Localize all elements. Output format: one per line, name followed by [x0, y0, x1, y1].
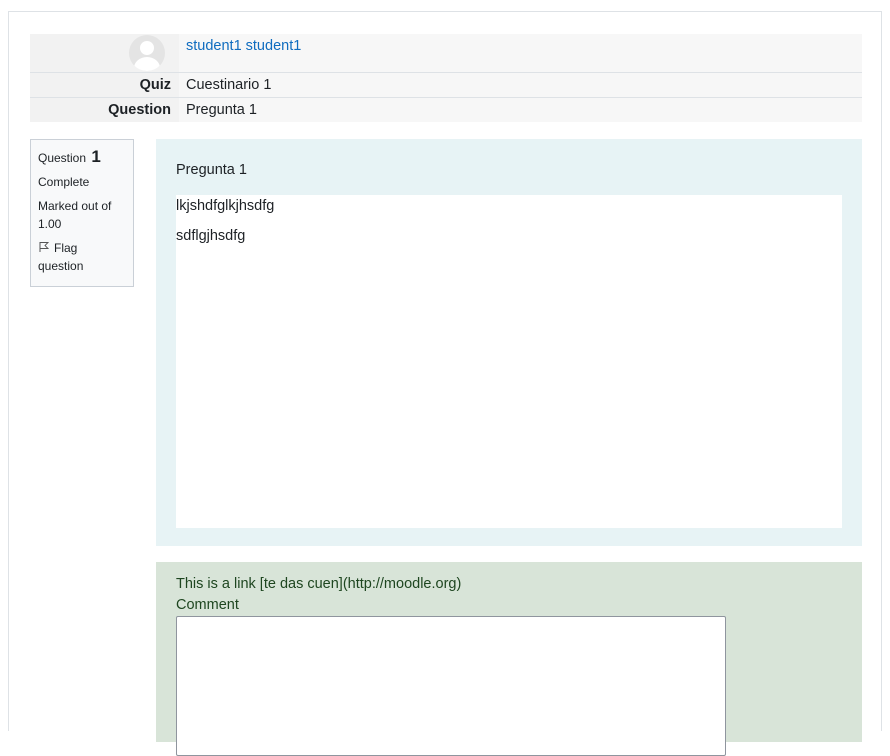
- flag-icon: [39, 242, 50, 252]
- question-grade: Marked out of 1.00: [38, 199, 112, 231]
- question-number: 1: [91, 147, 101, 166]
- user-avatar-cell: [30, 34, 179, 72]
- user-avatar-icon: [129, 34, 165, 71]
- attempt-summary-table: student1 student1 Quiz Cuestinario 1 Que…: [30, 34, 862, 122]
- answer-line: lkjshdfglkjhsdfg: [176, 198, 275, 214]
- manual-grading-comment-section: This is a link [te das cuen](http://mood…: [156, 562, 862, 756]
- user-profile-link[interactable]: student1 student1: [186, 38, 301, 54]
- summary-value-question: Pregunta 1: [179, 96, 862, 122]
- question-state: Complete: [38, 175, 90, 189]
- question-info-box: Question 1 Complete Marked out of 1.00 F…: [30, 139, 134, 287]
- question-text: Pregunta 1: [176, 162, 247, 178]
- question-formulation: Pregunta 1 lkjshdfglkjhsdfg sdflgjhsdfg: [156, 139, 862, 546]
- answer-line: sdflgjhsdfg: [176, 228, 246, 244]
- summary-row-quiz: Quiz Cuestinario 1: [30, 71, 862, 97]
- comment-textarea[interactable]: [176, 616, 726, 756]
- essay-answer-display: lkjshdfglkjhsdfg sdflgjhsdfg: [176, 195, 842, 528]
- summary-row-question: Question Pregunta 1: [30, 96, 862, 122]
- comment-label: Comment: [176, 597, 239, 613]
- flag-question-toggle[interactable]: Flag question: [38, 239, 126, 275]
- question-label: Question: [38, 151, 87, 165]
- question-number-heading: Question 1: [38, 148, 126, 167]
- user-name-cell: student1 student1: [179, 34, 862, 72]
- previous-comment-text: This is a link [te das cuen](http://mood…: [176, 576, 462, 592]
- summary-label-quiz: Quiz: [30, 71, 179, 97]
- summary-value-quiz: Cuestinario 1: [179, 71, 862, 97]
- review-page: student1 student1 Quiz Cuestinario 1 Que…: [8, 11, 882, 756]
- summary-row-user: student1 student1: [30, 34, 862, 72]
- summary-label-question: Question: [30, 96, 179, 122]
